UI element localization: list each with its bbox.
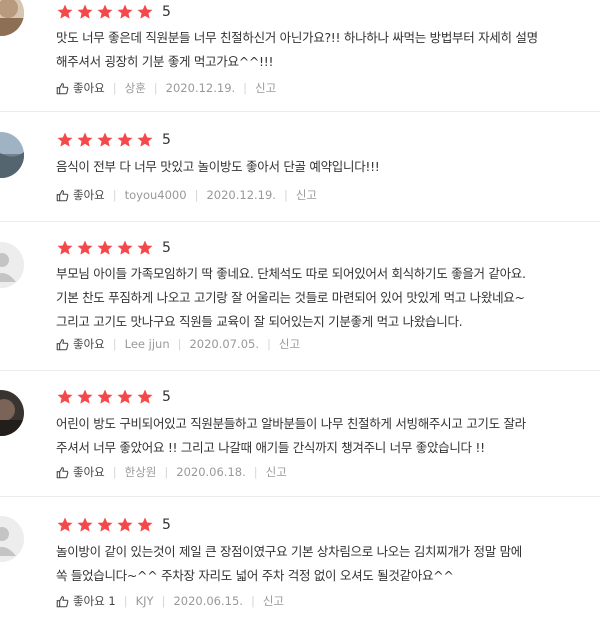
report-link[interactable]: 신고 xyxy=(266,464,287,480)
review-meta: 좋아요 | Lee jjun | 2020.07.05. | 신고 xyxy=(56,335,300,353)
star-rating: 5 xyxy=(56,3,171,21)
star-icon xyxy=(56,516,74,534)
star-icon xyxy=(76,516,94,534)
rating-score: 5 xyxy=(162,4,171,20)
avatar[interactable] xyxy=(0,0,24,36)
star-icon xyxy=(56,131,74,149)
like-button[interactable]: 좋아요 xyxy=(56,187,105,203)
separator: | xyxy=(253,465,258,479)
rating-score: 5 xyxy=(162,240,171,256)
rating-score: 5 xyxy=(162,389,171,405)
review-date: 2020.12.19. xyxy=(206,188,276,202)
star-icon xyxy=(136,239,154,257)
divider xyxy=(0,111,600,112)
avatar[interactable] xyxy=(0,516,24,562)
divider xyxy=(0,221,600,222)
separator: | xyxy=(266,337,271,351)
star-icon xyxy=(116,131,134,149)
review-author: KJY xyxy=(135,594,154,608)
like-label: 좋아요 xyxy=(73,465,105,479)
star-icon xyxy=(116,388,134,406)
thumbs-up-icon xyxy=(56,595,69,607)
like-label: 좋아요 xyxy=(73,188,105,202)
star-icon xyxy=(136,516,154,534)
star-icon xyxy=(116,239,134,257)
report-link[interactable]: 신고 xyxy=(263,593,284,609)
review-meta: 좋아요 | 상훈 | 2020.12.19. | 신고 xyxy=(56,79,276,97)
star-icon xyxy=(96,3,114,21)
review-text: 어린이 방도 구비되어있고 직원분들하고 알바분들이 나무 친절하게 서빙해주시… xyxy=(56,416,526,455)
separator: | xyxy=(112,188,117,202)
review-author: 한상원 xyxy=(124,465,157,479)
review-text: 음식이 전부 다 너무 맛있고 놀이방도 좋아서 단골 예약입니다!!! xyxy=(56,159,380,174)
separator: | xyxy=(250,594,255,608)
star-icon xyxy=(76,131,94,149)
star-icon xyxy=(56,239,74,257)
separator: | xyxy=(243,81,248,95)
separator: | xyxy=(112,337,117,351)
like-label: 좋아요 1 xyxy=(73,594,116,608)
star-icon xyxy=(56,3,74,21)
thumbs-up-icon xyxy=(56,338,69,350)
star-icon xyxy=(96,516,114,534)
star-rating: 5 xyxy=(56,131,171,149)
review-meta: 좋아요 1 | KJY | 2020.06.15. | 신고 xyxy=(56,592,284,610)
divider xyxy=(0,496,600,497)
star-icon xyxy=(136,3,154,21)
avatar[interactable] xyxy=(0,242,24,288)
review-date: 2020.06.15. xyxy=(173,594,243,608)
like-button[interactable]: 좋아요 1 xyxy=(56,593,116,609)
review-date: 2020.06.18. xyxy=(176,465,246,479)
like-button[interactable]: 좋아요 xyxy=(56,336,105,352)
review-date: 2020.12.19. xyxy=(165,81,236,95)
rating-score: 5 xyxy=(162,517,171,533)
review-date: 2020.07.05. xyxy=(189,337,259,351)
like-button[interactable]: 좋아요 xyxy=(56,464,105,480)
review-text: 놀이방이 같이 있는것이 제일 큰 장점이였구요 기본 상차림으로 나오는 김치… xyxy=(56,544,523,583)
star-icon xyxy=(96,388,114,406)
star-icon xyxy=(136,388,154,406)
star-icon xyxy=(116,3,134,21)
rating-score: 5 xyxy=(162,132,171,148)
divider xyxy=(0,370,600,371)
report-link[interactable]: 신고 xyxy=(296,187,317,203)
review-author: toyou4000 xyxy=(124,188,187,202)
thumbs-up-icon xyxy=(56,466,69,478)
review-text: 부모님 아이들 가족모임하기 딱 좋네요. 단체석도 따로 되어있어서 회식하기… xyxy=(56,266,526,329)
separator: | xyxy=(283,188,288,202)
review-author: Lee jjun xyxy=(124,337,170,351)
star-icon xyxy=(116,516,134,534)
like-label: 좋아요 xyxy=(73,81,105,95)
star-icon xyxy=(76,388,94,406)
thumbs-up-icon xyxy=(56,82,69,94)
separator: | xyxy=(123,594,128,608)
thumbs-up-icon xyxy=(56,189,69,201)
like-button[interactable]: 좋아요 xyxy=(56,80,105,96)
separator: | xyxy=(177,337,182,351)
separator: | xyxy=(112,465,117,479)
star-icon xyxy=(96,131,114,149)
star-rating: 5 xyxy=(56,239,171,257)
report-link[interactable]: 신고 xyxy=(279,336,300,352)
separator: | xyxy=(164,465,169,479)
avatar[interactable] xyxy=(0,132,24,178)
avatar[interactable] xyxy=(0,390,24,436)
separator: | xyxy=(112,81,117,95)
separator: | xyxy=(153,81,158,95)
like-label: 좋아요 xyxy=(73,337,105,351)
star-icon xyxy=(96,239,114,257)
report-link[interactable]: 신고 xyxy=(255,80,276,96)
star-icon xyxy=(76,239,94,257)
review-meta: 좋아요 | 한상원 | 2020.06.18. | 신고 xyxy=(56,463,287,481)
star-icon xyxy=(56,388,74,406)
review-text: 맛도 너무 좋은데 직원분들 너무 친절하신거 아닌가요?!! 하나하나 싸먹는… xyxy=(56,30,538,69)
review-author: 상훈 xyxy=(124,81,146,95)
star-icon xyxy=(136,131,154,149)
star-rating: 5 xyxy=(56,516,171,534)
separator: | xyxy=(161,594,166,608)
star-rating: 5 xyxy=(56,388,171,406)
separator: | xyxy=(194,188,199,202)
star-icon xyxy=(76,3,94,21)
review-meta: 좋아요 | toyou4000 | 2020.12.19. | 신고 xyxy=(56,186,317,204)
